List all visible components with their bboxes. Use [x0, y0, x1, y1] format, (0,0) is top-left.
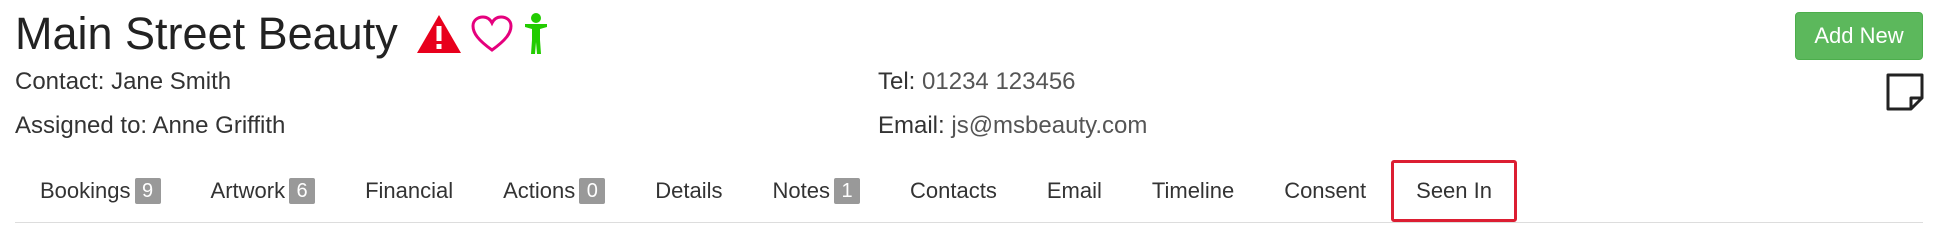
tab-financial[interactable]: Financial — [340, 160, 478, 222]
contact-label: Contact: — [15, 68, 105, 95]
email-label: Email: — [878, 112, 945, 139]
tab-notes[interactable]: Notes 1 — [748, 160, 885, 222]
count-badge: 1 — [834, 178, 861, 204]
tab-label: Contacts — [910, 178, 997, 203]
page-header: Main Street Beauty — [15, 6, 550, 62]
tel-label: Tel: — [878, 68, 916, 95]
assigned-label: Assigned to: — [15, 112, 148, 139]
heart-icon[interactable] — [470, 14, 514, 54]
tab-timeline[interactable]: Timeline — [1127, 160, 1259, 222]
email-line: Email: js@msbeauty.com — [878, 111, 1147, 141]
tab-label: Seen In — [1416, 178, 1492, 203]
count-badge: 9 — [134, 178, 161, 204]
tab-label: Email — [1046, 178, 1102, 203]
tab-label: Financial — [365, 178, 454, 203]
tab-label: Artwork — [210, 178, 286, 203]
tab-artwork[interactable]: Artwork 6 — [186, 160, 341, 222]
tab-label: Consent — [1284, 178, 1367, 203]
email-link[interactable]: js@msbeauty.com — [951, 112, 1147, 139]
tab-email[interactable]: Email — [1022, 160, 1127, 222]
tab-actions[interactable]: Actions 0 — [478, 160, 630, 222]
tab-label: Bookings — [40, 178, 131, 203]
assigned-line: Assigned to: Anne Griffith — [15, 111, 285, 141]
count-badge: 0 — [579, 178, 606, 204]
tab-label: Notes — [772, 178, 831, 203]
tab-bookings[interactable]: Bookings 9 — [15, 160, 186, 222]
count-badge: 6 — [289, 178, 316, 204]
contact-value: Jane Smith — [111, 68, 232, 95]
tab-seen-in[interactable]: Seen In — [1391, 160, 1517, 222]
tab-consent[interactable]: Consent — [1259, 160, 1391, 222]
title-icons — [416, 12, 550, 56]
tab-label: Timeline — [1151, 178, 1235, 203]
tab-bar: Bookings 9 Artwork 6 Financial Actions 0… — [15, 160, 1923, 223]
assigned-value: Anne Griffith — [152, 112, 286, 139]
tel-value[interactable]: 01234 123456 — [922, 68, 1076, 95]
tab-details[interactable]: Details — [630, 160, 747, 222]
warning-icon — [416, 13, 462, 55]
contact-line: Contact: Jane Smith — [15, 67, 231, 97]
tab-contacts[interactable]: Contacts — [885, 160, 1022, 222]
tab-label: Actions — [503, 178, 576, 203]
add-new-button[interactable]: Add New — [1795, 12, 1923, 60]
sticky-note-icon[interactable] — [1885, 72, 1925, 112]
tel-line: Tel: 01234 123456 — [878, 67, 1076, 97]
person-icon — [522, 12, 550, 56]
tab-label: Details — [655, 178, 723, 203]
page-title: Main Street Beauty — [15, 8, 398, 59]
